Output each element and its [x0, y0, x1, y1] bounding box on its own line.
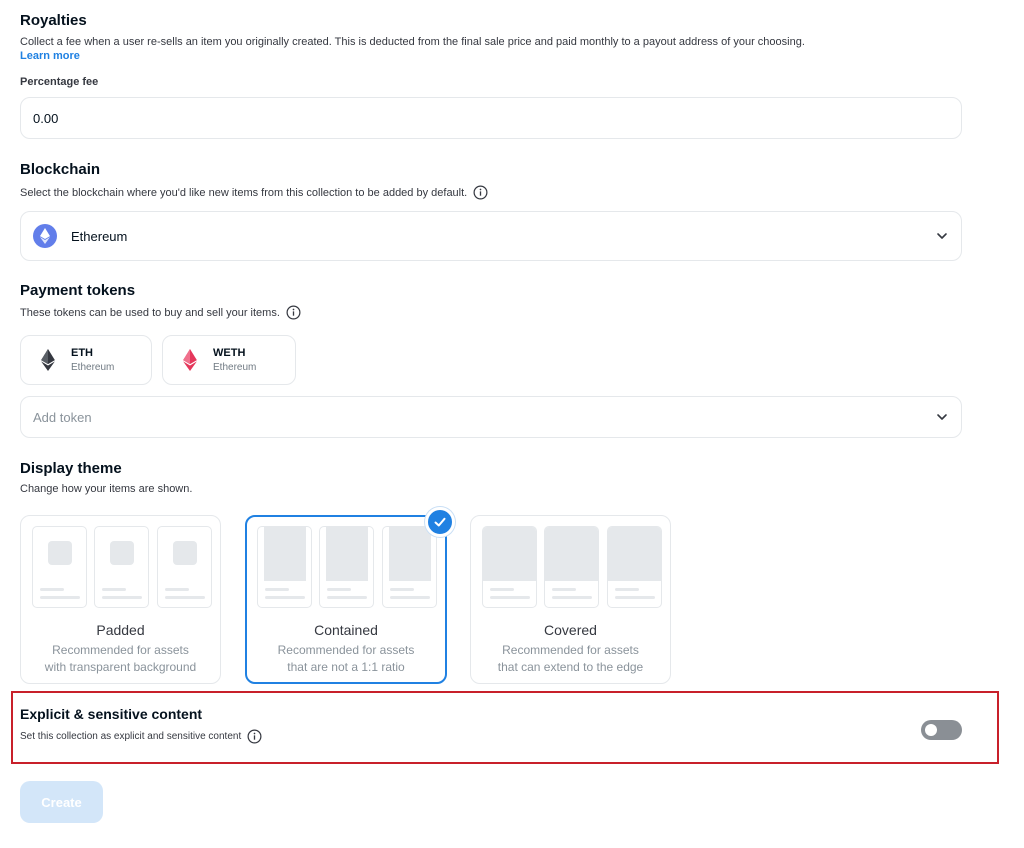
royalties-description: Collect a fee when a user re-sells an it…: [20, 36, 805, 48]
contained-preview-tile: [319, 526, 374, 608]
chevron-down-icon: [935, 410, 949, 424]
theme-description-line: Recommended for assets: [502, 643, 639, 657]
padded-preview-tile: [32, 526, 87, 608]
percentage-fee-input[interactable]: [33, 110, 949, 126]
info-icon[interactable]: [286, 305, 301, 320]
checkmark-icon: [425, 507, 455, 537]
covered-preview-tile: [482, 526, 537, 608]
blockchain-title: Blockchain: [20, 161, 101, 178]
theme-description-line: that are not a 1:1 ratio: [287, 660, 405, 674]
weth-icon: [181, 349, 199, 371]
blockchain-description-text: Select the blockchain where you'd like n…: [20, 186, 468, 199]
token-card-eth: ETH Ethereum: [20, 335, 152, 385]
royalties-title: Royalties: [20, 12, 87, 29]
create-button[interactable]: Create: [20, 781, 103, 823]
ethereum-icon: [33, 224, 57, 248]
token-card-weth: WETH Ethereum: [162, 335, 296, 385]
token-symbol: ETH: [71, 346, 93, 359]
token-network: Ethereum: [71, 361, 115, 373]
theme-description: Recommended for assets that are not a 1:…: [247, 642, 445, 676]
padded-preview-tile: [94, 526, 149, 608]
explicit-content-highlight: [11, 691, 999, 764]
add-token-placeholder: Add token: [33, 409, 92, 425]
explicit-content-title: Explicit & sensitive content: [20, 706, 203, 722]
theme-name: Covered: [544, 622, 597, 638]
learn-more-link[interactable]: Learn more: [20, 50, 80, 62]
info-icon[interactable]: [247, 729, 262, 744]
theme-name: Padded: [96, 622, 145, 638]
contained-preview-tile: [382, 526, 437, 608]
theme-option-padded[interactable]: Padded Recommended for assets with trans…: [20, 515, 221, 684]
token-symbol: WETH: [213, 346, 246, 359]
toggle-knob: [925, 724, 937, 736]
blockchain-selected-value: Ethereum: [71, 228, 128, 244]
theme-description: Recommended for assets that can extend t…: [471, 642, 670, 676]
theme-description-line: that can extend to the edge: [497, 660, 644, 674]
info-icon[interactable]: [473, 185, 488, 200]
theme-description-line: Recommended for assets: [277, 643, 415, 657]
token-network: Ethereum: [213, 361, 257, 373]
payment-tokens-title: Payment tokens: [20, 282, 136, 299]
padded-preview-tile: [157, 526, 212, 608]
blockchain-select[interactable]: Ethereum: [20, 211, 962, 261]
payment-tokens-description-text: These tokens can be used to buy and sell…: [20, 306, 280, 319]
theme-option-covered[interactable]: Covered Recommended for assets that can …: [470, 515, 671, 684]
covered-preview-tile: [607, 526, 662, 608]
theme-description-line: Recommended for assets: [52, 643, 189, 657]
chevron-down-icon: [935, 229, 949, 243]
percentage-fee-field[interactable]: [20, 97, 962, 139]
eth-icon: [39, 349, 57, 371]
percentage-fee-label: Percentage fee: [20, 76, 99, 88]
theme-option-contained[interactable]: Contained Recommended for assets that ar…: [245, 507, 455, 684]
theme-name: Contained: [314, 622, 378, 638]
display-theme-title: Display theme: [20, 460, 122, 477]
explicit-content-description-text: Set this collection as explicit and sens…: [20, 731, 242, 742]
theme-description: Recommended for assets with transparent …: [21, 642, 220, 676]
add-token-select[interactable]: Add token: [20, 396, 962, 438]
payment-tokens-description: These tokens can be used to buy and sell…: [20, 305, 301, 320]
blockchain-description: Select the blockchain where you'd like n…: [20, 185, 488, 200]
display-theme-description: Change how your items are shown.: [20, 483, 193, 495]
covered-preview-tile: [544, 526, 599, 608]
theme-description-line: with transparent background: [44, 660, 197, 674]
explicit-content-toggle[interactable]: [921, 720, 962, 740]
contained-preview-tile: [257, 526, 312, 608]
explicit-content-description: Set this collection as explicit and sens…: [20, 729, 262, 744]
